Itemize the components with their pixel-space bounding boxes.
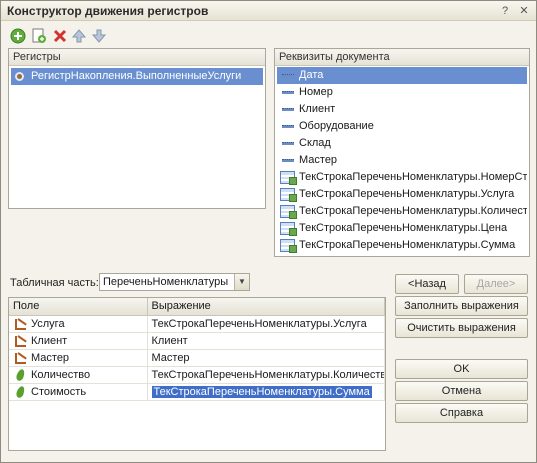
table-field-icon	[280, 205, 297, 219]
move-up-icon[interactable]	[71, 28, 87, 44]
requisite-item[interactable]: ТекСтрокаПереченьНоменклатуры.Цена	[277, 220, 527, 237]
requisite-label: Мастер	[299, 154, 338, 166]
table-row[interactable]: Мастер Мастер	[9, 349, 385, 367]
chevron-down-icon[interactable]: ▼	[234, 274, 249, 290]
resource-icon	[15, 384, 26, 399]
copy-icon[interactable]	[31, 28, 47, 44]
field-cell[interactable]: Мастер	[9, 349, 148, 367]
title-bar: Конструктор движения регистров ? ✕	[1, 1, 536, 21]
requisite-item[interactable]: Клиент	[277, 101, 527, 118]
requisite-item[interactable]: Мастер	[277, 152, 527, 169]
field-cell[interactable]: Стоимость	[9, 383, 148, 401]
expression-cell-editing[interactable]: ТекСтрокаПереченьНоменклатуры.Сумма	[147, 383, 385, 401]
expression-cell[interactable]: Мастер	[147, 349, 385, 367]
requisite-item[interactable]: ТекСтрокаПереченьНоменклатуры.Сумма	[277, 237, 527, 254]
requisite-label: Склад	[299, 137, 331, 149]
table-row[interactable]: Стоимость ТекСтрокаПереченьНоменклатуры.…	[9, 383, 385, 401]
requisites-list: Дата Номер Клиент Оборудование Склад Мас…	[275, 66, 529, 255]
requisite-item[interactable]: Номер	[277, 84, 527, 101]
column-header-expression[interactable]: Выражение	[147, 298, 385, 316]
attribute-icon	[282, 159, 294, 162]
requisite-item[interactable]: ТекСтрокаПереченьНоменклатуры.Услуга	[277, 186, 527, 203]
requisite-item[interactable]: Склад	[277, 135, 527, 152]
delete-icon[interactable]	[52, 28, 68, 44]
help-icon[interactable]: ?	[498, 4, 512, 18]
table-field-icon	[280, 188, 297, 202]
tabular-select-value: ПереченьНоменклатуры	[103, 276, 229, 288]
register-item[interactable]: РегистрНакопления.ВыполненныеУслуги	[11, 68, 263, 85]
attribute-icon	[282, 142, 294, 145]
add-icon[interactable]	[10, 28, 26, 44]
back-button[interactable]: <Назад	[395, 274, 459, 294]
requisite-item[interactable]: ТекСтрокаПереченьНоменклатуры.Количество	[277, 203, 527, 220]
register-item-label: РегистрНакопления.ВыполненныеУслуги	[31, 70, 242, 82]
requisite-label: ТекСтрокаПереченьНоменклатуры.Сумма	[299, 239, 516, 251]
requisite-label: Оборудование	[299, 120, 374, 132]
attribute-icon	[282, 125, 294, 128]
requisites-panel: Реквизиты документа Дата Номер Клиент Об…	[274, 48, 530, 257]
table-row[interactable]: Услуга ТекСтрокаПереченьНоменклатуры.Усл…	[9, 315, 385, 333]
clear-expressions-button[interactable]: Очистить выражения	[395, 318, 528, 338]
field-cell[interactable]: Клиент	[9, 332, 148, 350]
table-row[interactable]: Клиент Клиент	[9, 332, 385, 350]
dimension-icon	[15, 352, 26, 364]
requisite-item[interactable]: Дата	[277, 67, 527, 84]
requisite-item[interactable]: ТекСтрокаПереченьНоменклатуры.НомерСтрок…	[277, 169, 527, 186]
requisite-label: ТекСтрокаПереченьНоменклатуры.НомерСтрок…	[299, 171, 527, 183]
constructor-window: Конструктор движения регистров ? ✕ Регис…	[0, 0, 537, 463]
expression-cell[interactable]: ТекСтрокаПереченьНоменклатуры.Количество	[147, 366, 385, 384]
requisite-label: ТекСтрокаПереченьНоменклатуры.Услуга	[299, 188, 515, 200]
requisite-label: Номер	[299, 86, 333, 98]
move-down-icon[interactable]	[91, 28, 107, 44]
requisites-header: Реквизиты документа	[275, 49, 529, 66]
ok-button[interactable]: OK	[395, 359, 528, 379]
tabular-select[interactable]: ПереченьНоменклатуры ▼	[99, 273, 250, 291]
help-button[interactable]: Справка	[395, 403, 528, 423]
window-title: Конструктор движения регистров	[7, 4, 209, 18]
requisite-label: Клиент	[299, 103, 336, 115]
register-icon	[15, 72, 24, 81]
field-cell[interactable]: Услуга	[9, 315, 148, 333]
resource-icon	[15, 367, 26, 382]
requisite-label: ТекСтрокаПереченьНоменклатуры.Количество	[299, 205, 527, 217]
expression-edit-input[interactable]: ТекСтрокаПереченьНоменклатуры.Сумма	[151, 385, 372, 398]
dimension-icon	[15, 335, 26, 347]
close-icon[interactable]: ✕	[517, 4, 531, 18]
requisite-label: ТекСтрокаПереченьНоменклатуры.Цена	[299, 222, 508, 234]
fill-expressions-button[interactable]: Заполнить выражения	[395, 296, 528, 316]
registers-header: Регистры	[9, 49, 265, 66]
table-row[interactable]: Количество ТекСтрокаПереченьНоменклатуры…	[9, 366, 385, 384]
dimension-icon	[15, 318, 26, 330]
expression-cell[interactable]: ТекСтрокаПереченьНоменклатуры.Услуга	[147, 315, 385, 333]
field-label: Услуга	[31, 317, 65, 330]
expression-cell[interactable]: Клиент	[147, 332, 385, 350]
requisite-label: Дата	[299, 69, 324, 81]
cancel-button[interactable]: Отмена	[395, 381, 528, 401]
requisite-item[interactable]: Оборудование	[277, 118, 527, 135]
field-label: Стоимость	[31, 385, 87, 398]
field-label: Клиент	[31, 334, 68, 347]
table-field-icon	[280, 239, 297, 253]
attribute-icon	[282, 108, 294, 111]
field-label: Мастер	[31, 351, 70, 364]
field-cell[interactable]: Количество	[9, 366, 148, 384]
field-label: Количество	[31, 368, 91, 381]
attribute-icon	[282, 91, 294, 94]
column-header-field[interactable]: Поле	[9, 298, 148, 316]
registers-panel: Регистры РегистрНакопления.ВыполненныеУс…	[8, 48, 266, 209]
tabular-label: Табличная часть:	[10, 277, 99, 289]
attribute-icon	[282, 74, 294, 77]
next-button[interactable]: Далее>	[464, 274, 528, 294]
table-field-icon	[280, 171, 297, 185]
fields-grid: Поле Выражение Услуга ТекСтрокаПереченьН…	[8, 297, 386, 451]
table-field-icon	[280, 222, 297, 236]
